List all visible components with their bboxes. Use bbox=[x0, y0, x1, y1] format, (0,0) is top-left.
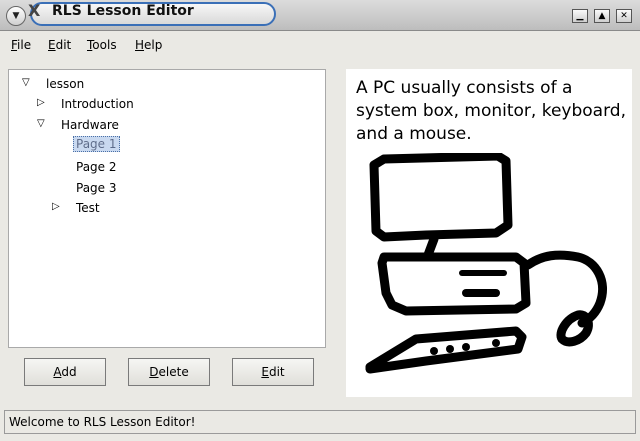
system-box-outline bbox=[377, 252, 531, 316]
menu-bar: File Edit Tools Help bbox=[0, 31, 640, 57]
page-content-text: A PC usually consists of a system box, m… bbox=[356, 78, 626, 144]
menu-tools[interactable]: Tools bbox=[87, 38, 117, 52]
collapsed-arrow-icon[interactable]: ▷ bbox=[37, 98, 45, 108]
tree-node-page-1[interactable]: Page 1 bbox=[73, 136, 120, 152]
computer-drawing bbox=[365, 153, 608, 374]
expanded-arrow-icon[interactable]: ▽ bbox=[22, 78, 30, 88]
mouse-cable bbox=[523, 250, 608, 328]
chevron-down-icon: ▼ bbox=[12, 11, 20, 21]
delete-button[interactable]: Delete bbox=[128, 358, 210, 386]
tree-node-test[interactable]: Test bbox=[76, 201, 100, 215]
page-content-panel: A PC usually consists of a system box, m… bbox=[346, 69, 632, 397]
minimize-icon: ▁ bbox=[576, 11, 584, 21]
minimize-button[interactable]: ▁ bbox=[572, 9, 588, 23]
mouse-outline bbox=[556, 310, 593, 347]
collapsed-arrow-icon[interactable]: ▷ bbox=[52, 202, 60, 212]
monitor-outline bbox=[369, 153, 513, 242]
status-text: Welcome to RLS Lesson Editor! bbox=[9, 415, 196, 429]
menu-help[interactable]: Help bbox=[135, 38, 162, 52]
close-button[interactable]: ✕ bbox=[616, 9, 632, 23]
title-bar: ▼ X RLS Lesson Editor ▁ ▲ ✕ bbox=[0, 0, 640, 31]
window-menu-button[interactable]: ▼ bbox=[6, 6, 26, 26]
status-bar: Welcome to RLS Lesson Editor! bbox=[4, 410, 636, 434]
lesson-tree[interactable]: ▽ lesson ▷ Introduction ▽ Hardware Page … bbox=[8, 69, 326, 348]
keyboard-outline bbox=[365, 326, 527, 374]
add-button[interactable]: Add bbox=[24, 358, 106, 386]
menu-file[interactable]: File bbox=[11, 38, 31, 52]
expanded-arrow-icon[interactable]: ▽ bbox=[37, 119, 45, 129]
tree-node-page-3[interactable]: Page 3 bbox=[76, 181, 117, 195]
tree-node-hardware[interactable]: Hardware bbox=[61, 118, 119, 132]
close-icon: ✕ bbox=[620, 11, 628, 21]
menu-edit[interactable]: Edit bbox=[48, 38, 71, 52]
maximize-button[interactable]: ▲ bbox=[594, 9, 610, 23]
window-title: RLS Lesson Editor bbox=[52, 3, 194, 19]
tree-node-lesson[interactable]: lesson bbox=[46, 77, 84, 91]
maximize-icon: ▲ bbox=[598, 11, 606, 21]
tree-node-page-2[interactable]: Page 2 bbox=[76, 160, 117, 174]
x-icon: X bbox=[28, 1, 41, 20]
tree-node-introduction[interactable]: Introduction bbox=[61, 97, 134, 111]
edit-button[interactable]: Edit bbox=[232, 358, 314, 386]
